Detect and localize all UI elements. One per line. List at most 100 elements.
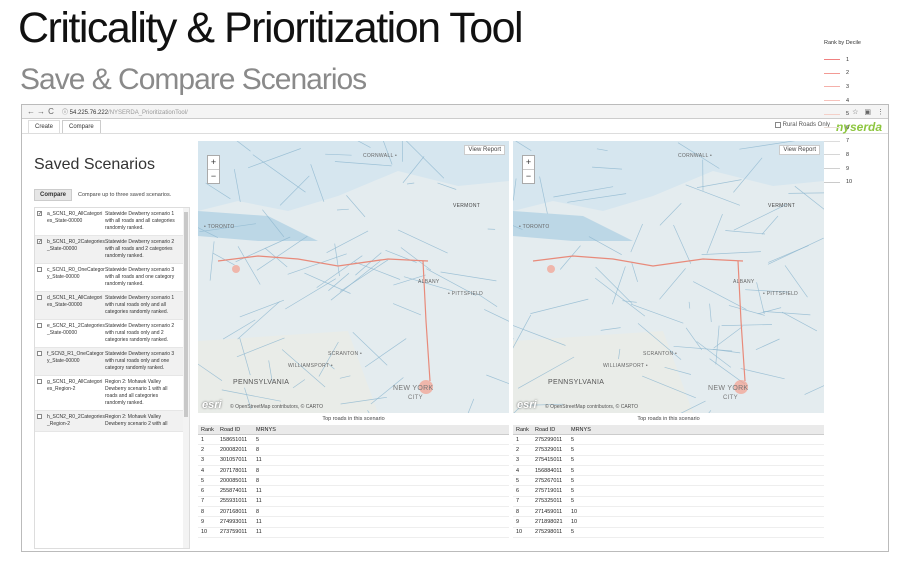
table-row[interactable]: 8 271459011 10 xyxy=(513,507,824,518)
rank-table-b: Rank Road ID MRNYS 1 275299011 5 2 275329011 5 3 2… xyxy=(513,425,824,538)
forward-icon[interactable]: → xyxy=(36,107,46,116)
map-canvas[interactable] xyxy=(198,141,509,413)
view-report-button[interactable]: View Report xyxy=(779,145,820,155)
scenario-name: a_SCN1_R0_AllCategories_State-00000 xyxy=(47,211,103,224)
label-toronto: • TORONTO xyxy=(204,224,235,230)
back-icon[interactable]: ← xyxy=(26,107,36,116)
table-row[interactable]: 1 158651011 5 xyxy=(198,435,509,446)
browser-window: ← → C ⓘ 54.225.76.222/NYSERDA_Prioritiza… xyxy=(21,104,889,552)
zoom-out-button[interactable]: − xyxy=(208,169,219,183)
label-pittsfield: • PITTSFIELD xyxy=(448,291,484,297)
scenario-checkbox[interactable]: ✓ xyxy=(37,211,42,217)
scenario-description: Region 2: Mohawk Valley Dewberry scenari… xyxy=(105,414,168,427)
table-row[interactable]: 3 275415011 5 xyxy=(513,456,824,466)
reload-icon[interactable]: C xyxy=(46,107,56,116)
scenario-name: b_SCN1_R0_2Categories_State-00000 xyxy=(47,239,105,252)
scenario-list[interactable]: ✓ a_SCN1_R0_AllCategories_State-00000 St… xyxy=(34,207,190,549)
table-row[interactable]: 2 275329011 5 xyxy=(513,445,824,456)
table-row[interactable]: 4 207178011 8 xyxy=(198,466,509,477)
scrollbar-thumb[interactable] xyxy=(184,212,188,417)
rural-roads-toggle[interactable]: Rural Roads Only xyxy=(774,122,830,128)
tab-compare[interactable]: Compare xyxy=(62,120,101,133)
scenario-name: f_SCN3_R1_OneCategory_State-00000 xyxy=(47,351,104,364)
scenario-checkbox[interactable] xyxy=(37,351,42,356)
scenario-description: Statewide Dewberry scenario 3 with all r… xyxy=(105,267,175,287)
table-row[interactable]: 10 273759011 11 xyxy=(198,528,509,538)
scenario-checkbox[interactable] xyxy=(37,414,42,419)
scenario-item[interactable]: ✓ b_SCN1_R0_2Categories_State-00000 Stat… xyxy=(35,236,189,264)
scenario-item[interactable]: d_SCN1_R1_AllCategories_State-00000 Stat… xyxy=(35,292,189,320)
table-row[interactable]: 4 156884011 5 xyxy=(513,466,824,477)
label-city: CITY xyxy=(408,395,423,401)
table-row[interactable]: 3 301057011 11 xyxy=(198,456,509,466)
legend-item: 4 xyxy=(824,94,864,108)
label-albany: ALBANY xyxy=(733,279,755,285)
map-panel-b[interactable]: b_SCN1_R0_2Categories_State-00000 +− Vie… xyxy=(513,141,824,413)
zoom-out-button[interactable]: − xyxy=(523,169,534,183)
table-row[interactable]: 5 200085011 8 xyxy=(198,476,509,487)
map-panel-a[interactable]: a_SCN1_R0_AllCategories_State-00000 +− V… xyxy=(198,141,509,413)
esri-logo: esri xyxy=(517,399,537,411)
table-row[interactable]: 7 275325011 5 xyxy=(513,497,824,508)
label-scranton: SCRANTON • xyxy=(643,351,678,357)
table-row[interactable]: 8 207168011 8 xyxy=(198,507,509,518)
zoom-control[interactable]: + − xyxy=(207,155,220,184)
table-row[interactable]: 9 274993011 11 xyxy=(198,517,509,528)
scenario-description: Region 2: Mohawk Valley Dewberry scenari… xyxy=(105,379,168,406)
scenario-item[interactable]: g_SCN1_R0_AllCategories_Region-2 Region … xyxy=(35,376,189,411)
map-attribution: © OpenStreetMap contributors, © CARTO xyxy=(230,404,324,410)
legend-item: 6 xyxy=(824,121,864,135)
scenario-description: Statewide Dewberry scenario 2 with rural… xyxy=(105,323,175,343)
zoom-in-button[interactable]: + xyxy=(523,156,534,169)
legend-swatch xyxy=(824,59,840,61)
scenario-checkbox[interactable] xyxy=(37,323,42,328)
compare-hint: Compare up to three saved scenarios. xyxy=(78,192,172,198)
zoom-in-button[interactable]: + xyxy=(208,156,219,169)
legend-item: 1 xyxy=(824,53,864,67)
legend-item: 5 xyxy=(824,107,864,121)
table-row[interactable]: 10 275298011 5 xyxy=(513,528,824,538)
scenario-checkbox[interactable] xyxy=(37,295,42,300)
table-row[interactable]: 5 275267011 5 xyxy=(513,476,824,487)
scenario-checkbox[interactable] xyxy=(37,379,42,384)
table-header: Rank Road ID MRNYS xyxy=(198,425,509,435)
zoom-control[interactable]: + − xyxy=(522,155,535,184)
map-canvas[interactable] xyxy=(513,141,824,413)
slide-title: Criticality & Prioritization Tool xyxy=(18,4,524,52)
scenario-description: Statewide Dewberry scenario 1 with all r… xyxy=(105,211,175,231)
scenario-item[interactable]: f_SCN3_R1_OneCategory_State-00000 Statew… xyxy=(35,348,189,376)
label-albany: ALBANY xyxy=(418,279,440,285)
scenario-item[interactable]: e_SCN2_R1_2Categories_State-00000 Statew… xyxy=(35,320,189,348)
table-row[interactable]: 2 200082011 8 xyxy=(198,445,509,456)
scenario-item[interactable]: c_SCN1_R0_OneCategory_State-00000 Statew… xyxy=(35,264,189,292)
scenario-checkbox[interactable]: ✓ xyxy=(37,239,42,245)
legend-item: 10 xyxy=(824,175,864,189)
scenario-item[interactable]: ✓ a_SCN1_R0_AllCategories_State-00000 St… xyxy=(35,208,189,236)
label-newyork: NEW YORK xyxy=(708,385,749,392)
table-row[interactable]: 6 275719011 5 xyxy=(513,486,824,497)
extension-icon[interactable]: ▣ xyxy=(864,108,871,116)
scenario-description: Statewide Dewberry scenario 1 with rural… xyxy=(105,295,175,315)
rural-checkbox[interactable] xyxy=(774,122,781,128)
legend-item: 3 xyxy=(824,80,864,94)
app-tabs: Create Compare Rural Roads Only nyserda xyxy=(22,119,888,134)
scenario-item[interactable]: h_SCN2_R0_2Categories_Region-2 Region 2:… xyxy=(35,411,189,432)
address-bar: ← → C ⓘ 54.225.76.222/NYSERDA_Prioritiza… xyxy=(22,105,888,119)
table-row[interactable]: 1 275299011 5 xyxy=(513,435,824,446)
scenario-checkbox[interactable] xyxy=(37,267,42,272)
label-cornwall: CORNWALL • xyxy=(363,153,398,159)
sidebar: Saved Scenarios Compare Compare up to th… xyxy=(22,135,194,551)
table-row[interactable]: 6 255874011 11 xyxy=(198,486,509,497)
scrollbar[interactable] xyxy=(183,208,189,548)
legend-title: Rank by Decile xyxy=(824,40,861,46)
view-report-button[interactable]: View Report xyxy=(464,145,505,155)
table-row[interactable]: 9 271898021 10 xyxy=(513,517,824,528)
compare-button[interactable]: Compare xyxy=(34,189,73,201)
table-row[interactable]: 7 255931011 11 xyxy=(198,497,509,508)
menu-icon[interactable]: ⋮ xyxy=(877,108,884,116)
scenario-description: Statewide Dewberry scenario 2 with all r… xyxy=(105,239,175,259)
url-field[interactable]: ⓘ 54.225.76.222/NYSERDA_PrioritizationTo… xyxy=(62,107,188,116)
label-pittsfield: • PITTSFIELD xyxy=(763,291,799,297)
tab-create[interactable]: Create xyxy=(28,120,61,133)
label-cornwall: CORNWALL • xyxy=(678,153,713,159)
